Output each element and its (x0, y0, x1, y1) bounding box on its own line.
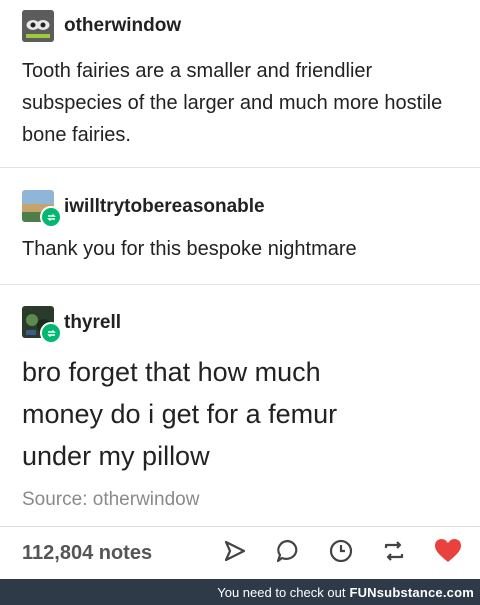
post-text: Tooth fairies are a smaller and friendli… (22, 60, 443, 146)
post-text: Thank you for this bespoke nightmare (22, 238, 357, 260)
divider (0, 167, 480, 168)
share-icon[interactable] (222, 538, 248, 564)
like-icon[interactable] (434, 538, 462, 564)
footer-prefix: You need to check out (217, 584, 346, 600)
source-link[interactable]: Source: otherwindow (22, 489, 199, 511)
reblog-badge-icon (40, 322, 62, 344)
post-actions (222, 538, 462, 564)
footer-brand[interactable]: FUNsubstance.com (349, 585, 474, 600)
divider (0, 526, 480, 527)
owl-avatar-icon (22, 10, 54, 42)
post-username[interactable]: otherwindow (64, 15, 181, 37)
post-text: bro forget that how much money do i get … (22, 357, 338, 471)
site-footer: You need to check out FUNsubstance.com (0, 579, 480, 605)
post-username[interactable]: thyrell (64, 312, 121, 334)
notes-count[interactable]: 112,804 notes (22, 542, 152, 565)
reblog-icon[interactable] (381, 538, 407, 564)
history-icon[interactable] (328, 538, 354, 564)
divider (0, 284, 480, 285)
avatar-otherwindow[interactable] (22, 10, 54, 42)
post-username[interactable]: iwilltrytobereasonable (64, 196, 265, 218)
reblog-badge-icon (40, 206, 62, 228)
reply-icon[interactable] (275, 538, 301, 564)
